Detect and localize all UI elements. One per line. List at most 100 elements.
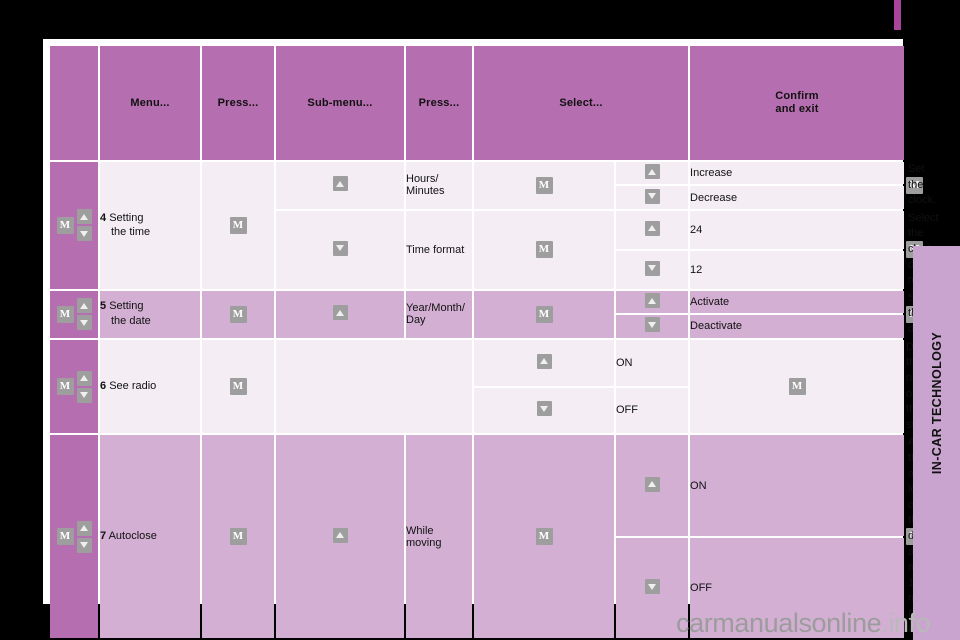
press-key-2[interactable]: M [535,241,553,259]
menu-nav-controls[interactable]: M [50,435,98,639]
select-arrow-cell[interactable] [474,339,614,386]
press-key-2-cell[interactable]: M [474,210,614,289]
menu-label-cell: 6 See radio [100,339,200,434]
select-option-cell[interactable]: Decrease [690,186,905,209]
confirm-key[interactable]: M [788,378,806,396]
up-arrow-icon[interactable] [76,370,92,386]
press-key-1-cell[interactable]: M [202,162,274,289]
press-key-2-cell[interactable]: M [474,162,614,209]
page-root: Menu... Press... Sub-menu... Press... Se… [0,0,960,640]
down-arrow-icon[interactable] [644,260,660,276]
press-key-1[interactable]: M [229,305,247,323]
select-option-cell[interactable]: Deactivate [690,315,905,338]
menu-number: 7 [100,530,107,543]
down-arrow-icon[interactable] [76,537,92,553]
press-key-1-cell[interactable]: M [202,339,274,434]
table-body: M 4 Setting the time M Hours/Minutes M Increas… [50,162,960,640]
select-option-cell[interactable]: 12 [690,250,905,289]
press-key-1-cell[interactable]: M [202,435,274,639]
select-arrow-cell[interactable] [616,435,689,536]
down-arrow-icon[interactable] [536,401,552,417]
select-option-cell[interactable]: OFF [616,387,689,434]
up-arrow-icon[interactable] [332,305,348,321]
press-key-2-cell[interactable]: M [474,290,614,338]
menu-label-cell: 4 Setting the time [100,162,200,289]
table-header-row: Menu... Press... Sub-menu... Press... Se… [50,46,908,160]
menu-label-cell: 7 Autoclose [100,435,200,639]
press-key-2[interactable]: M [535,176,553,194]
content-card: Menu... Press... Sub-menu... Press... Se… [43,39,960,639]
submenu-label-cell: Year/Month/Day [406,290,472,338]
menu-nav-controls[interactable]: M [50,162,98,289]
header-menu: Menu... [100,46,200,160]
up-arrow-icon[interactable] [76,298,92,314]
menu-nav-controls[interactable]: M [50,290,98,338]
submenu-label-cell: Time format [406,210,472,289]
down-arrow-icon[interactable] [332,240,348,256]
chapter-section-label: IN-CAR TECHNOLOGY [929,331,944,475]
confirm-key-cell[interactable]: M [690,339,905,434]
down-arrow-icon[interactable] [644,579,660,595]
down-arrow-icon[interactable] [644,317,660,333]
press-key-2-cell[interactable]: M [474,435,614,639]
press-key-1[interactable]: M [229,528,247,546]
select-option-cell[interactable]: ON [616,339,689,386]
menu-label-cell: 5 Setting the date [100,290,200,338]
header-select: Select... [474,46,689,160]
menu-number: 4 [100,211,107,224]
select-arrow-cell[interactable] [616,315,689,338]
table-row: M7 AutocloseMWhile movingMONMActivate/De… [50,435,960,639]
submenu-label-cell: Hours/Minutes [406,162,472,209]
up-arrow-icon[interactable] [644,293,660,309]
select-option-cell[interactable]: Increase [690,162,905,185]
submenu-arrow-cell[interactable] [276,435,404,639]
menu-key[interactable]: M [56,528,74,546]
table-row: M6 See radioMONMDisplay the name of the … [50,339,942,434]
select-option-cell[interactable]: Activate [690,290,905,314]
menu-key[interactable]: M [56,305,74,323]
page-corner-marker [894,0,901,30]
header-submenu: Sub-menu... [276,46,404,160]
menu-nav-controls[interactable]: M [50,339,98,434]
press-key-1[interactable]: M [229,378,247,396]
submenu-arrow-cell[interactable] [276,162,404,209]
header-press-1: Press... [202,46,274,160]
down-arrow-icon[interactable] [644,188,660,204]
up-arrow-icon[interactable] [76,520,92,536]
menu-name: Setting the time [109,211,151,239]
menu-key[interactable]: M [56,216,74,234]
watermark-main: carmanualsonline [676,608,882,638]
submenu-arrow-cell[interactable] [276,210,404,289]
down-arrow-icon[interactable] [76,315,92,331]
select-arrow-cell[interactable] [616,162,689,185]
press-key-2[interactable]: M [535,305,553,323]
menu-name: Setting the date [109,300,151,328]
select-arrow-cell[interactable] [616,210,689,249]
up-arrow-icon[interactable] [644,164,660,180]
press-key-2[interactable]: M [535,528,553,546]
up-arrow-icon[interactable] [332,176,348,192]
table-row: M 5 Setting the date M Year/Month/Day M Activa… [50,290,932,338]
press-key-1[interactable]: M [229,216,247,234]
up-arrow-icon[interactable] [644,476,660,492]
menu-number: 5 [100,300,107,313]
header-confirm-and-exit: Confirm and exit [690,46,905,160]
submenu-arrow-cell[interactable] [276,290,404,338]
down-arrow-icon[interactable] [76,387,92,403]
table-row: M 4 Setting the time M Hours/Minutes M Increas… [50,162,936,289]
up-arrow-icon[interactable] [332,527,348,543]
up-arrow-icon[interactable] [644,220,660,236]
submenu-label-cell: While moving [406,435,472,639]
down-arrow-icon[interactable] [76,226,92,242]
up-arrow-icon[interactable] [76,209,92,225]
select-option-cell[interactable]: 24 [690,210,905,249]
select-arrow-cell[interactable] [616,186,689,209]
menu-key[interactable]: M [56,378,74,396]
select-option-cell[interactable]: ON [690,435,905,536]
select-arrow-cell[interactable] [616,250,689,289]
select-arrow-cell[interactable] [616,290,689,314]
up-arrow-icon[interactable] [536,353,552,369]
select-arrow-cell[interactable] [474,387,614,434]
chapter-sidebar: IN-CAR TECHNOLOGY 4 [913,246,960,640]
press-key-1-cell[interactable]: M [202,290,274,338]
